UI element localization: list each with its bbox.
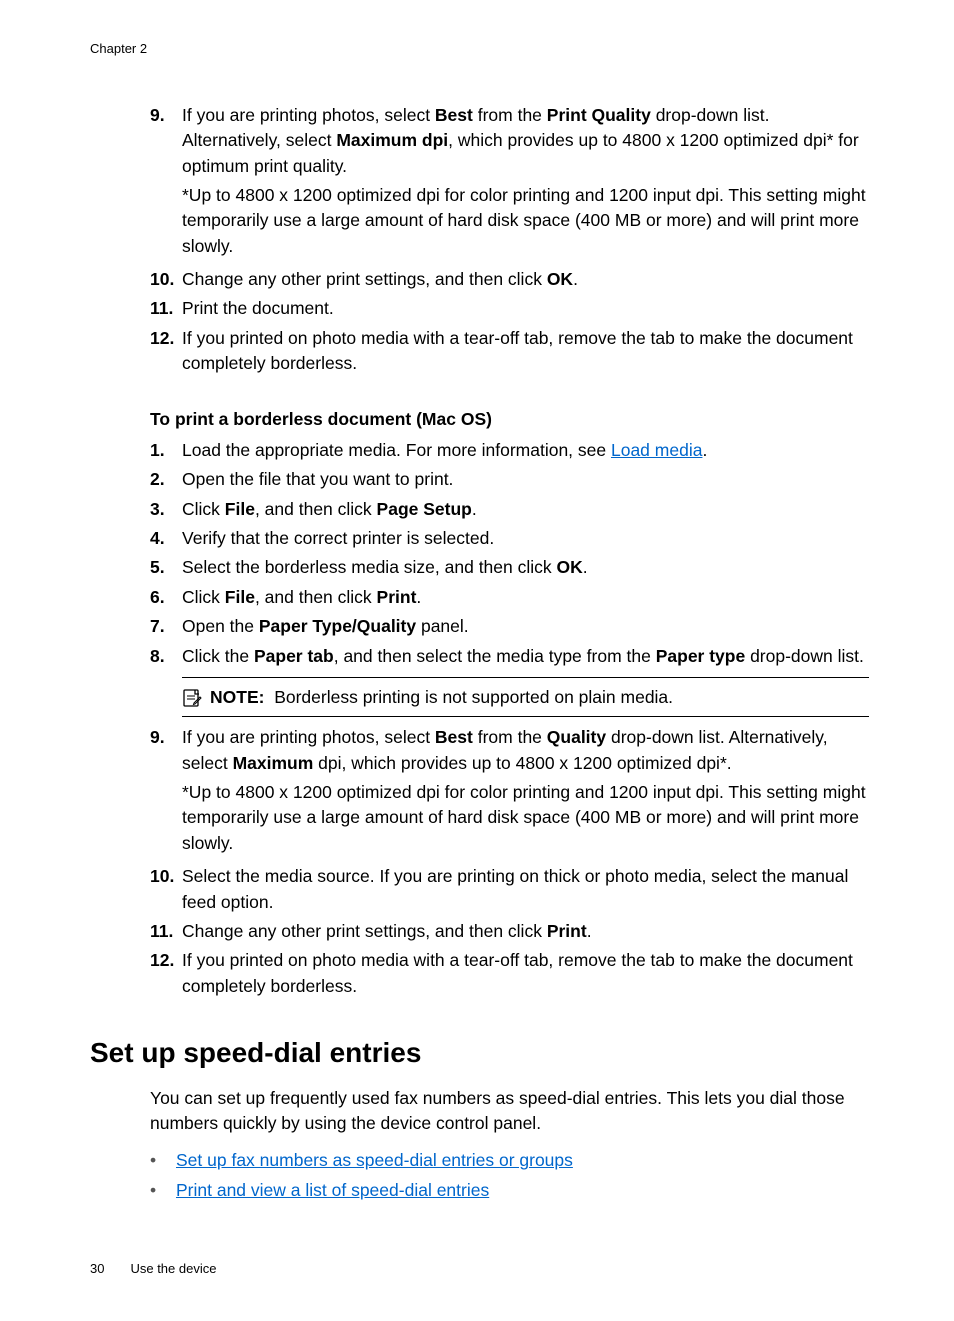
list-item: 1. Load the appropriate media. For more … (150, 438, 869, 463)
item-body: Load the appropriate media. For more inf… (182, 438, 869, 463)
list-item: 3. Click File, and then click Page Setup… (150, 497, 869, 522)
item-number: 2. (150, 467, 182, 492)
page-number: 30 (90, 1260, 104, 1279)
item-number: 8. (150, 644, 182, 669)
list-item: 12. If you printed on photo media with a… (150, 326, 869, 377)
note-content: NOTE: Borderless printing is not support… (210, 685, 673, 710)
item-body: Click the Paper tab, and then select the… (182, 644, 869, 669)
list-item: 5. Select the borderless media size, and… (150, 555, 869, 580)
bullet-icon: • (150, 1178, 176, 1203)
list-item: • Set up fax numbers as speed-dial entri… (150, 1148, 869, 1173)
list-item: 11. Print the document. (150, 296, 869, 321)
intro-paragraph: You can set up frequently used fax numbe… (150, 1086, 869, 1137)
list-item: 6. Click File, and then click Print. (150, 585, 869, 610)
list-item: 11. Change any other print settings, and… (150, 919, 869, 944)
item-number: 4. (150, 526, 182, 551)
chapter-label: Chapter 2 (90, 40, 869, 59)
item-body: Open the file that you want to print. (182, 467, 869, 492)
item-body: Click File, and then click Page Setup. (182, 497, 869, 522)
list-item: 8. Click the Paper tab, and then select … (150, 644, 869, 669)
list-item: 9. If you are printing photos, select Be… (150, 725, 869, 860)
item-number: 9. (150, 725, 182, 860)
list-item: 4. Verify that the correct printer is se… (150, 526, 869, 551)
list-item: 7. Open the Paper Type/Quality panel. (150, 614, 869, 639)
item-number: 10. (150, 864, 182, 915)
item-body: Print the document. (182, 296, 869, 321)
item-body: If you printed on photo media with a tea… (182, 326, 869, 377)
note-box: NOTE: Borderless printing is not support… (182, 677, 869, 717)
heading-speed-dial: Set up speed-dial entries (90, 1033, 869, 1074)
item-body: Select the media source. If you are prin… (182, 864, 869, 915)
item-body: Click File, and then click Print. (182, 585, 869, 610)
print-speed-dial-link[interactable]: Print and view a list of speed-dial entr… (176, 1178, 489, 1203)
item-body: Change any other print settings, and the… (182, 919, 869, 944)
item-body: If you are printing photos, select Best … (182, 103, 869, 263)
item-number: 11. (150, 919, 182, 944)
item-number: 11. (150, 296, 182, 321)
item-body: Open the Paper Type/Quality panel. (182, 614, 869, 639)
item-number: 7. (150, 614, 182, 639)
note-icon (182, 688, 202, 708)
instruction-list-1: 9. If you are printing photos, select Be… (150, 103, 869, 999)
bullet-list: • Set up fax numbers as speed-dial entri… (150, 1148, 869, 1203)
item-number: 5. (150, 555, 182, 580)
list-item: 9. If you are printing photos, select Be… (150, 103, 869, 263)
item-number: 1. (150, 438, 182, 463)
list-item: 2. Open the file that you want to print. (150, 467, 869, 492)
bullet-icon: • (150, 1148, 176, 1173)
item-number: 3. (150, 497, 182, 522)
item-body: Change any other print settings, and the… (182, 267, 869, 292)
item-number: 12. (150, 326, 182, 377)
list-item: 10. Change any other print settings, and… (150, 267, 869, 292)
item-body: If you printed on photo media with a tea… (182, 948, 869, 999)
item-body: If you are printing photos, select Best … (182, 725, 869, 860)
subheading-mac: To print a borderless document (Mac OS) (150, 407, 869, 432)
list-item: • Print and view a list of speed-dial en… (150, 1178, 869, 1203)
list-item: 12. If you printed on photo media with a… (150, 948, 869, 999)
item-number: 9. (150, 103, 182, 263)
item-body: Select the borderless media size, and th… (182, 555, 869, 580)
page-footer: 30 Use the device (90, 1260, 216, 1279)
speed-dial-groups-link[interactable]: Set up fax numbers as speed-dial entries… (176, 1148, 573, 1173)
item-number: 10. (150, 267, 182, 292)
list-item: 10. Select the media source. If you are … (150, 864, 869, 915)
load-media-link[interactable]: Load media (611, 440, 702, 460)
footer-title: Use the device (130, 1260, 216, 1279)
item-number: 12. (150, 948, 182, 999)
item-number: 6. (150, 585, 182, 610)
item-body: Verify that the correct printer is selec… (182, 526, 869, 551)
